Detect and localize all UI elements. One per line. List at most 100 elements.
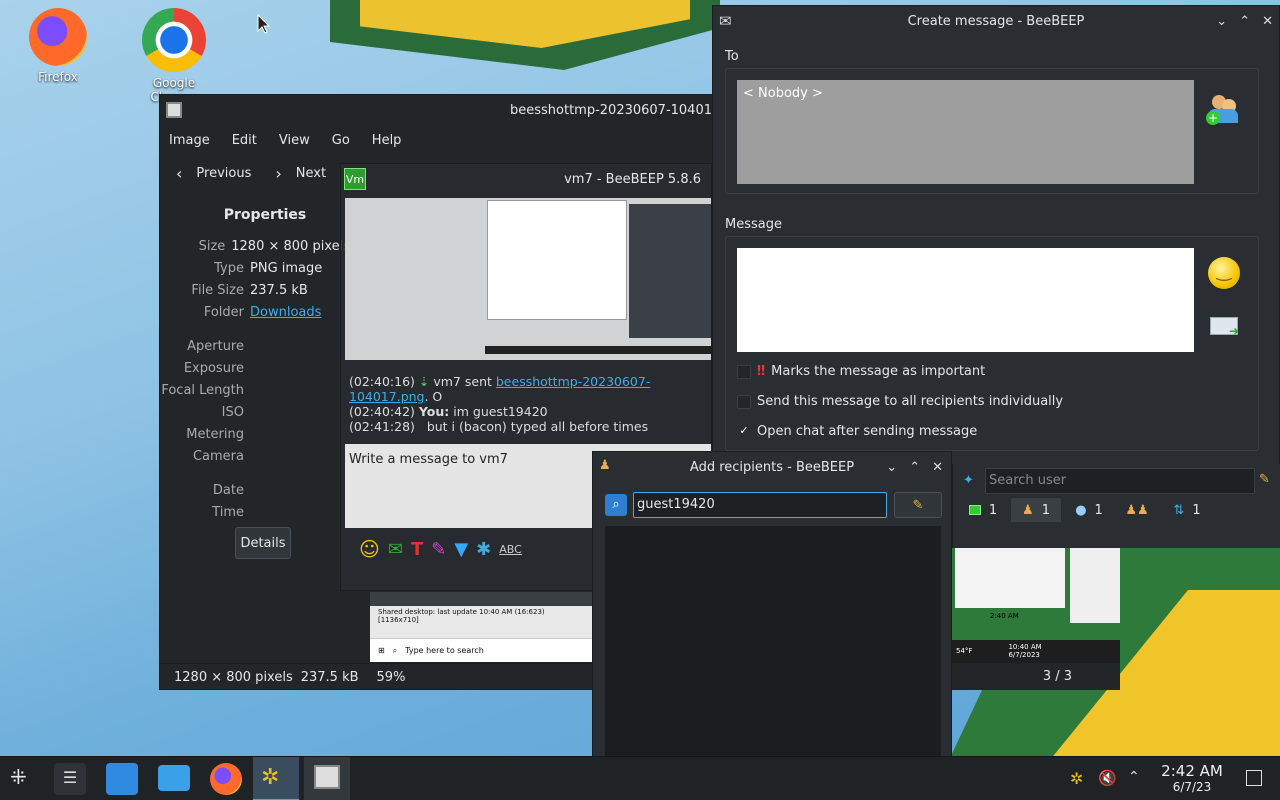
add-recipients-icon[interactable]: + bbox=[1206, 93, 1244, 127]
discover-store-icon[interactable] bbox=[106, 763, 138, 795]
send-envelope-icon[interactable]: ✉ bbox=[388, 539, 403, 560]
bee-tray-icon[interactable]: ✲ bbox=[1070, 769, 1083, 788]
menu-go[interactable]: Go bbox=[332, 133, 350, 148]
viewer-titlebar[interactable]: beesshottmp-20230607-10401 bbox=[160, 95, 720, 125]
folder-link[interactable]: Downloads bbox=[250, 305, 321, 320]
color-icon[interactable]: ✎ bbox=[431, 539, 446, 560]
option-individually[interactable]: Send this message to all recipients indi… bbox=[737, 394, 1063, 409]
message-group: ‿ ➜ ‼ Marks the message as important Send… bbox=[725, 236, 1259, 451]
task-beebeep[interactable]: ✲ bbox=[253, 757, 299, 800]
bee-icon: ✲ bbox=[261, 765, 280, 790]
previous-button[interactable]: ‹ Previous bbox=[176, 164, 251, 183]
to-group: < Nobody > + bbox=[725, 68, 1259, 194]
desktop-icon-chrome[interactable]: Google Chrome bbox=[128, 8, 220, 104]
counter-users[interactable]: ♟ 1 bbox=[1011, 498, 1061, 522]
emoji-icon[interactable]: ‿ bbox=[1208, 257, 1240, 289]
recipients-app-icon: ♟ bbox=[599, 458, 611, 473]
maximize-button[interactable]: ⌃ bbox=[1239, 14, 1250, 29]
viewer-title: beesshottmp-20230607-10401 bbox=[509, 102, 712, 118]
clock[interactable]: 2:42 AM 6/7/23 bbox=[1152, 763, 1232, 795]
chat-titlebar[interactable]: Vm vm7 - BeeBEEP 5.8.6 bbox=[341, 164, 711, 194]
system-settings-icon[interactable]: ☰ bbox=[54, 763, 86, 795]
prop-value: 1280 × 800 pixels bbox=[231, 238, 350, 254]
viewer-page-counter: 3 / 3 bbox=[950, 662, 1120, 690]
exif-label: Aperture bbox=[187, 338, 244, 354]
users-button[interactable]: ♟♟ bbox=[1117, 498, 1157, 522]
beebeep-main-fragment: ✦ Search user ✎ 1 ♟ 1 ● 1 ♟♟ ⇅ 1 bbox=[952, 464, 1280, 548]
send-icon[interactable]: ➜ bbox=[1210, 317, 1239, 338]
counter-groups[interactable]: ● 1 bbox=[1065, 498, 1113, 522]
chevron-right-icon: › bbox=[275, 163, 282, 183]
vm-badge: Vm bbox=[344, 168, 366, 190]
minimize-button[interactable]: ⌄ bbox=[1216, 14, 1227, 29]
spellcheck-icon[interactable]: ABC bbox=[499, 543, 522, 556]
clear-search-icon[interactable]: ✎ bbox=[1259, 472, 1270, 487]
emoji-icon[interactable]: ☺ bbox=[359, 537, 380, 561]
close-button[interactable]: ✕ bbox=[932, 460, 943, 475]
individually-checkbox[interactable] bbox=[737, 394, 751, 409]
status-filesize: 237.5 kB bbox=[300, 670, 359, 685]
chevron-left-icon: ‹ bbox=[176, 163, 183, 183]
chrome-icon bbox=[142, 8, 206, 72]
recipients-list[interactable] bbox=[605, 526, 941, 756]
recipients-field[interactable]: < Nobody > bbox=[737, 80, 1194, 184]
clear-button[interactable]: ✎ bbox=[894, 492, 942, 518]
close-button[interactable]: ✕ bbox=[1262, 14, 1273, 29]
minimize-button[interactable]: ⌄ bbox=[886, 460, 897, 475]
search-icon: ⌕ bbox=[392, 645, 398, 655]
counter-chats[interactable]: 1 bbox=[959, 498, 1007, 522]
exif-label: Exposure bbox=[183, 360, 244, 376]
menu-image[interactable]: Image bbox=[169, 133, 210, 148]
embedded-screen-strip: Shared desktop: last update 10:40 AM (16… bbox=[370, 592, 592, 662]
chat-message: (02:41:28) but i (bacon) typed all befor… bbox=[349, 419, 649, 434]
desktop-icon-firefox[interactable]: Firefox bbox=[13, 8, 103, 84]
search-user-input[interactable]: Search user bbox=[985, 468, 1255, 494]
file-manager-icon[interactable] bbox=[158, 765, 190, 791]
next-button[interactable]: › Next bbox=[275, 164, 326, 183]
status-zoom[interactable]: 59% bbox=[377, 670, 406, 685]
envelope-icon: ✉ bbox=[719, 12, 732, 30]
create-title: Create message - BeeBEEP bbox=[907, 13, 1085, 29]
maximize-button[interactable]: ⌃ bbox=[909, 460, 920, 475]
filter-icon[interactable]: ▼ bbox=[454, 539, 468, 560]
to-label: To bbox=[725, 49, 739, 64]
recipient-search-input[interactable]: guest19420 bbox=[633, 492, 887, 518]
exif-label: Focal Length bbox=[161, 382, 244, 398]
menu-help[interactable]: Help bbox=[372, 133, 402, 148]
prop-value: 237.5 kB bbox=[250, 282, 308, 298]
details-button[interactable]: Details bbox=[235, 527, 291, 559]
message-textarea[interactable] bbox=[737, 248, 1194, 352]
counters-bar: 1 ♟ 1 ● 1 ♟♟ ⇅ 1 bbox=[959, 498, 1213, 522]
exif-label: ISO bbox=[221, 404, 244, 420]
option-open-chat[interactable]: ✓ Open chat after sending message bbox=[737, 424, 977, 439]
properties-panel: Properties Size 1280 × 800 pixels Type PNG… bbox=[160, 197, 350, 667]
recipients-titlebar[interactable]: ♟ Add recipients - BeeBEEP ⌄ ⌃ ✕ bbox=[593, 452, 951, 482]
show-desktop-icon[interactable] bbox=[1246, 770, 1262, 786]
chat-title: vm7 - BeeBEEP 5.8.6 bbox=[564, 171, 701, 187]
volume-muted-icon[interactable]: 🔇 bbox=[1098, 769, 1117, 787]
menu-view[interactable]: View bbox=[279, 133, 310, 148]
firefox-icon[interactable] bbox=[210, 763, 242, 795]
message-label: Message bbox=[725, 217, 782, 232]
time-label: Time bbox=[212, 504, 244, 520]
chevron-up-icon[interactable]: ⌃ bbox=[1128, 769, 1140, 785]
gear-icon[interactable]: ✱ bbox=[476, 539, 491, 560]
font-icon[interactable]: T bbox=[411, 539, 423, 560]
create-titlebar[interactable]: ✉ Create message - BeeBEEP ⌄ ⌃ ✕ bbox=[713, 6, 1279, 36]
task-image-viewer[interactable] bbox=[304, 757, 350, 800]
menu-edit[interactable]: Edit bbox=[232, 133, 257, 148]
image-viewer-icon bbox=[314, 765, 340, 789]
shared-desktop-preview[interactable] bbox=[345, 198, 711, 360]
important-checkbox[interactable] bbox=[737, 364, 751, 379]
counter-files[interactable]: ⇅ 1 bbox=[1161, 498, 1213, 522]
option-important[interactable]: ‼ Marks the message as important bbox=[737, 364, 985, 379]
open-chat-checkbox[interactable]: ✓ bbox=[737, 424, 751, 439]
prop-value: PNG image bbox=[250, 260, 323, 276]
prop-label: Size bbox=[198, 238, 226, 254]
search-icon: ⌕ bbox=[605, 494, 627, 516]
recipients-title: Add recipients - BeeBEEP bbox=[689, 459, 855, 475]
app-launcher-icon[interactable]: ⁜ bbox=[10, 765, 27, 789]
status-dimensions: 1280 × 800 pixels bbox=[174, 670, 293, 685]
chat-message: (02:40:16) ⇣ vm7 sent beesshottmp-202306… bbox=[349, 374, 651, 404]
exif-label: Metering bbox=[186, 426, 244, 442]
